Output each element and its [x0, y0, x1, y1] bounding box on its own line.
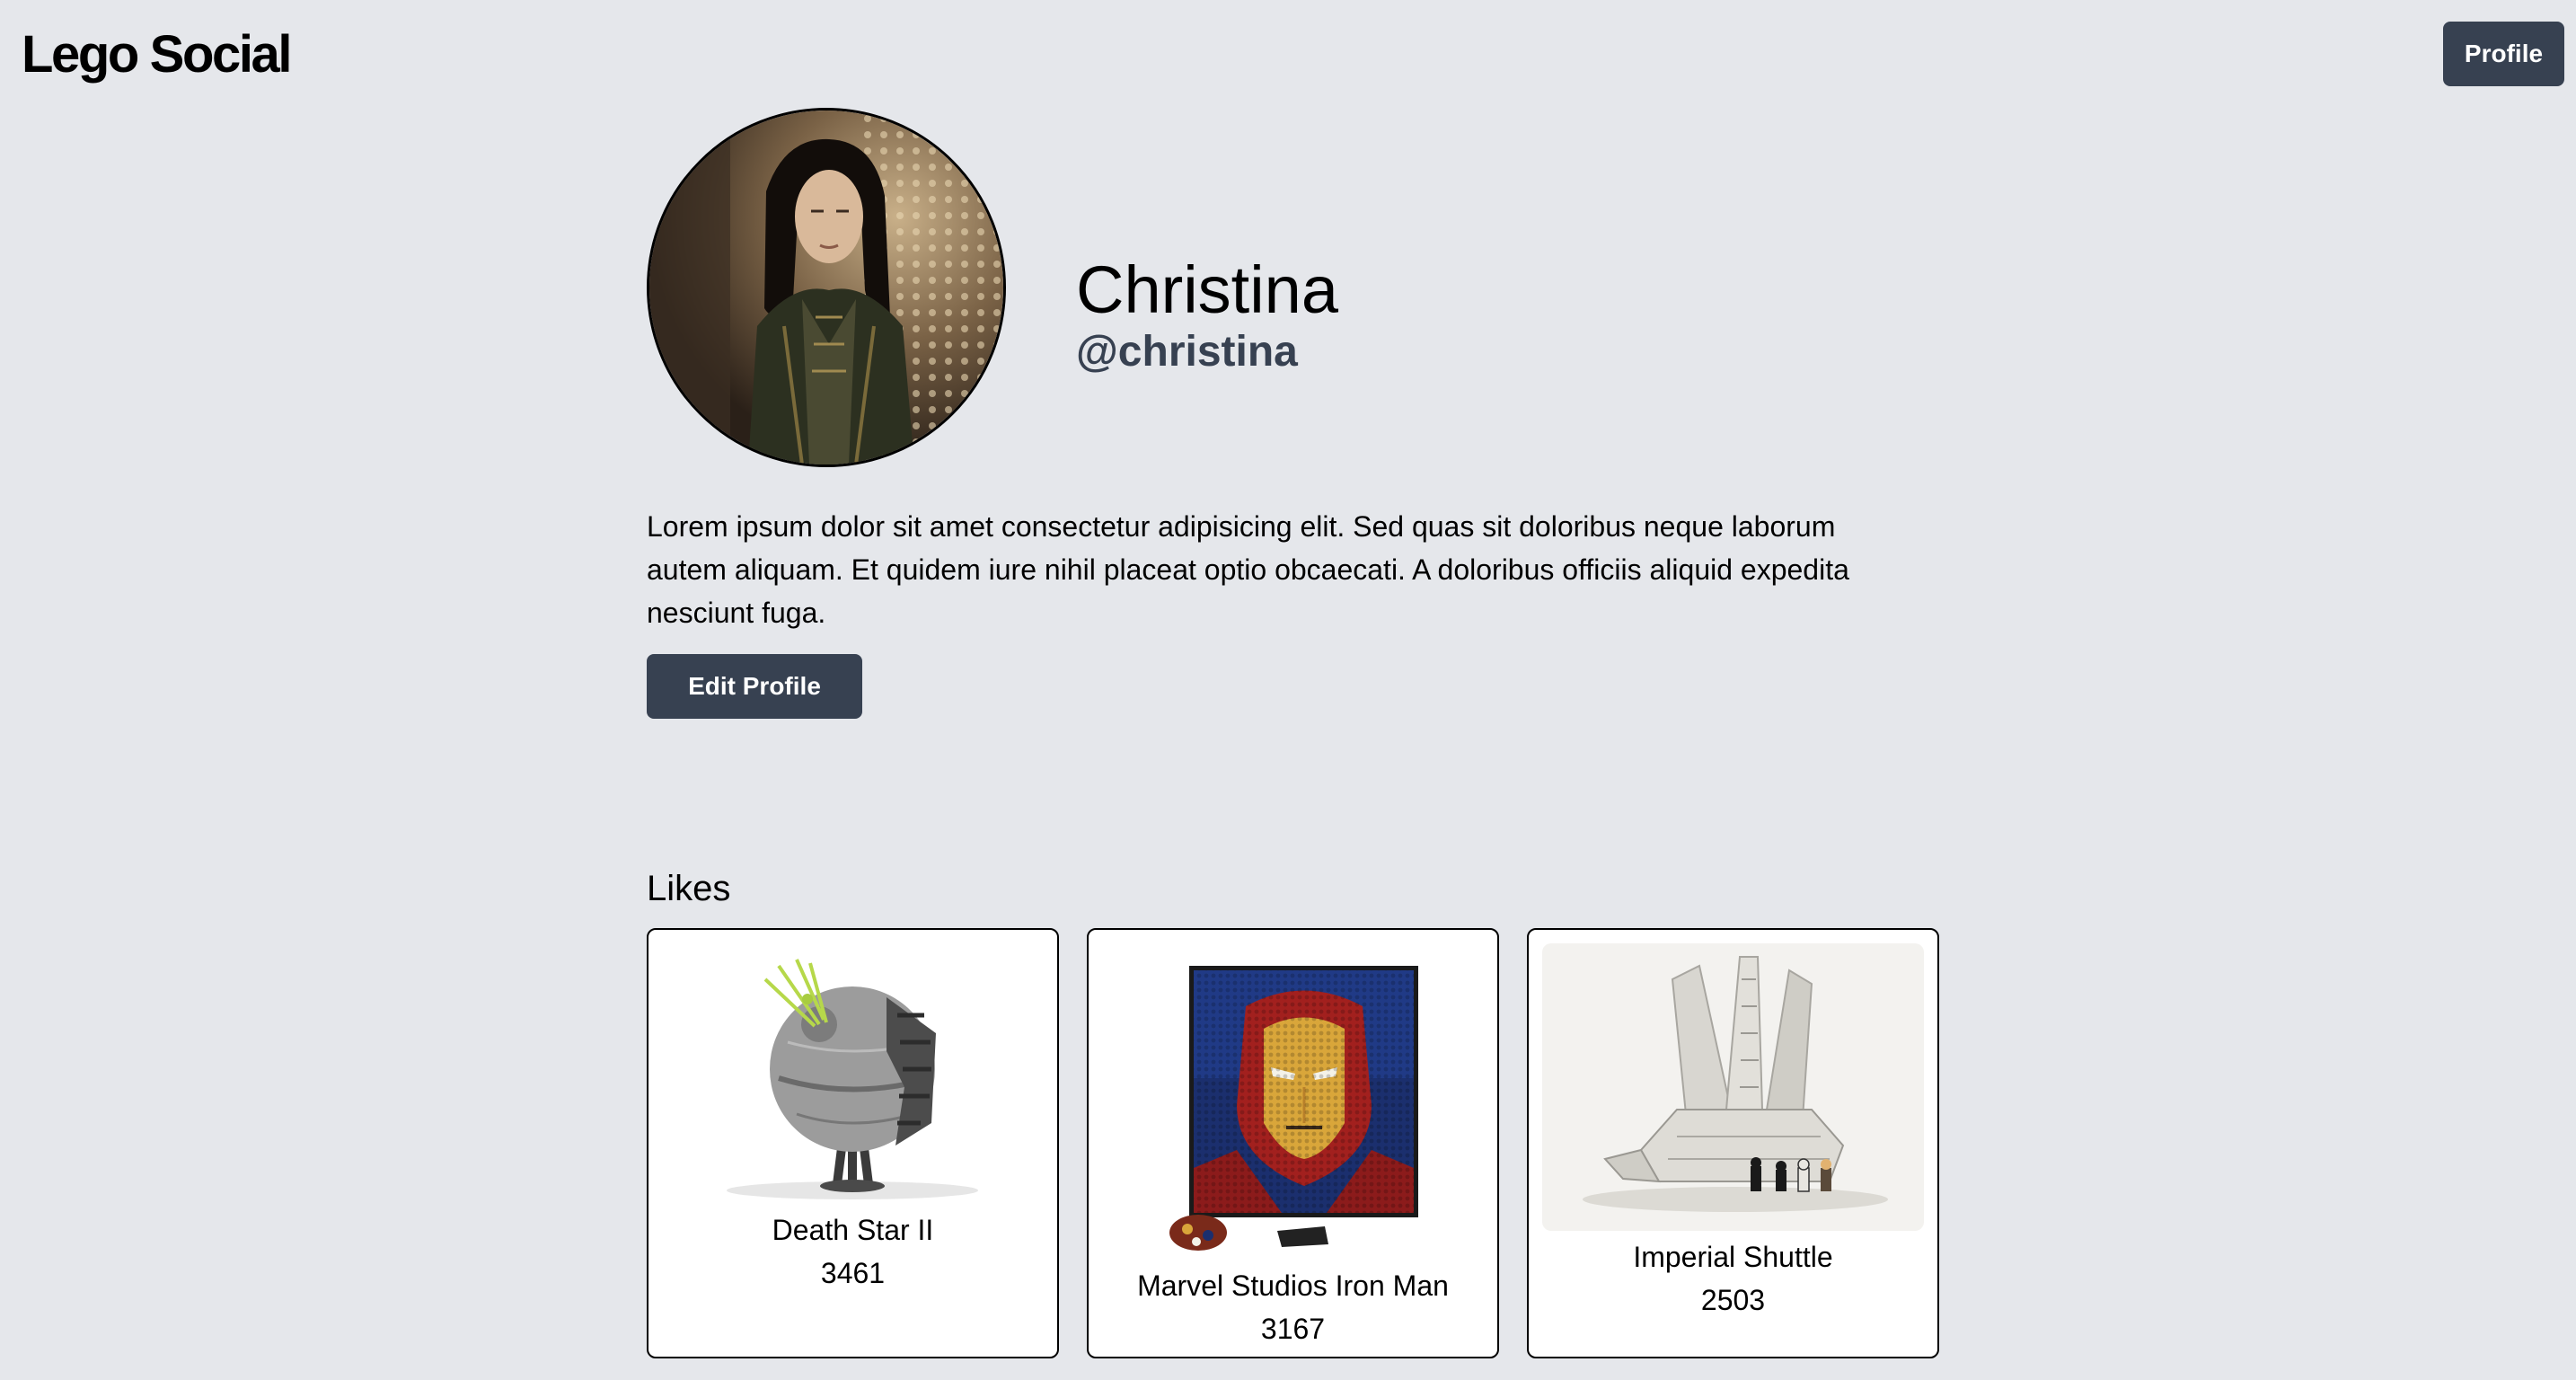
iron-man-mosaic-image-icon	[1102, 943, 1484, 1262]
imperial-shuttle-image-icon	[1542, 943, 1924, 1235]
death-star-image-icon	[662, 943, 1044, 1208]
like-card-count: 3167	[1260, 1313, 1326, 1345]
avatar	[647, 108, 1006, 467]
like-card-death-star[interactable]: Death Star II 3461	[647, 928, 1059, 1358]
profile-name: Christina	[1076, 252, 1338, 327]
like-card-imperial-shuttle[interactable]: Imperial Shuttle 2503	[1527, 928, 1939, 1358]
like-card-title: Imperial Shuttle	[1633, 1241, 1833, 1273]
likes-heading: Likes	[647, 869, 731, 908]
avatar-photo-icon	[649, 111, 1003, 464]
like-card-title: Marvel Studios Iron Man	[1137, 1269, 1449, 1302]
like-card-iron-man[interactable]: Marvel Studios Iron Man 3167	[1087, 928, 1499, 1358]
like-card-count: 2503	[1700, 1284, 1766, 1316]
like-card-title: Death Star II	[772, 1214, 934, 1246]
profile-handle: @christina	[1076, 328, 1298, 376]
site-title[interactable]: Lego Social	[22, 23, 293, 86]
profile-bio: Lorem ipsum dolor sit amet consectetur a…	[647, 510, 1849, 629]
profile-nav-button[interactable]: Profile	[2443, 22, 2564, 86]
like-card-count: 3461	[820, 1257, 886, 1289]
edit-profile-button[interactable]: Edit Profile	[647, 654, 862, 719]
